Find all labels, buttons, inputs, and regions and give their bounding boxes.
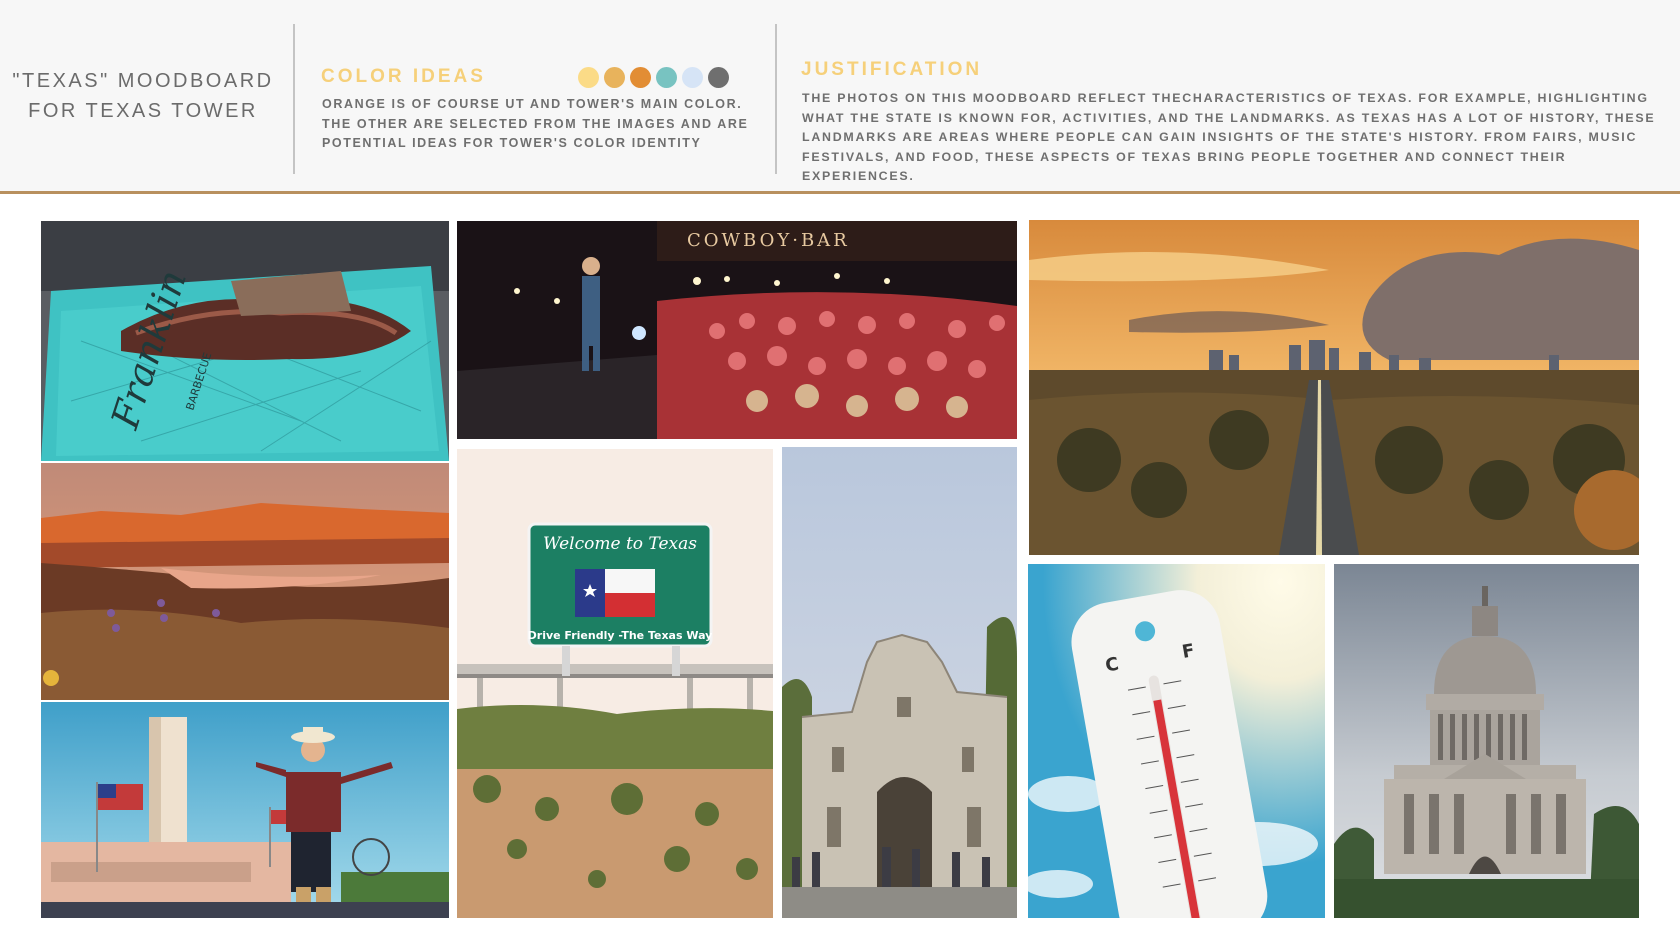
vertical-divider (775, 24, 777, 174)
photo-welcome-sign: Welcome to Texas Drive Friendly -The Tex… (457, 449, 773, 918)
justification-line: WHAT THE STATE IS KNOWN FOR, ACTIVITIES,… (802, 110, 1656, 125)
photo-bbq-brisket: Franklin BARBECUE (41, 221, 449, 461)
sign-welcome-text: Welcome to Texas (543, 534, 697, 554)
photo-austin-skyline (1029, 220, 1639, 555)
photo-concert-crowd: COWBOY·BAR (457, 221, 1017, 439)
photo-canyon-sunset (41, 463, 449, 700)
color-ideas-line: ORANGE IS OF COURSE UT AND TOWER'S MAIN … (322, 97, 743, 111)
color-swatch (656, 67, 677, 88)
vertical-divider (293, 24, 295, 174)
color-ideas-line: POTENTIAL IDEAS FOR TOWER'S COLOR IDENTI… (322, 136, 702, 151)
photo-thermometer: C F (1028, 564, 1325, 918)
color-swatch (604, 67, 625, 88)
photo-texas-capitol (1334, 564, 1639, 918)
color-ideas-heading: COLOR IDEAS (321, 66, 486, 87)
title-line-1: "TEXAS" MOODBOARD (12, 70, 274, 92)
sign-drive-friendly-text: Drive Friendly -The Texas Way (528, 629, 713, 642)
page-title: "TEXAS" MOODBOARD FOR TEXAS TOWER (12, 66, 274, 126)
color-swatch (708, 67, 729, 88)
color-swatch-row (578, 67, 729, 88)
color-swatch (682, 67, 703, 88)
justification-heading: JUSTIFICATION (801, 59, 983, 80)
justification-line: FESTIVALS, AND FOOD, THESE ASPECTS OF TE… (802, 149, 1567, 184)
justification-text: THE PHOTOS ON THIS MOODBOARD REFLECT THE… (802, 89, 1680, 187)
color-swatch (630, 67, 651, 88)
justification-line: THE PHOTOS ON THIS MOODBOARD REFLECT THE… (802, 91, 1649, 105)
header-divider-rule (0, 191, 1680, 194)
photo-alamo (782, 447, 1017, 918)
concert-sign-text: COWBOY·BAR (687, 230, 850, 251)
title-line-2: FOR TEXAS TOWER (28, 100, 258, 122)
color-swatch (578, 67, 599, 88)
photo-state-fair (41, 702, 449, 918)
color-ideas-line: THE OTHER ARE SELECTED FROM THE IMAGES A… (322, 116, 749, 131)
justification-line: LANDMARKS ARE AREAS WHERE PEOPLE CAN GAI… (802, 130, 1638, 145)
color-ideas-text: ORANGE IS OF COURSE UT AND TOWER'S MAIN … (322, 95, 748, 154)
